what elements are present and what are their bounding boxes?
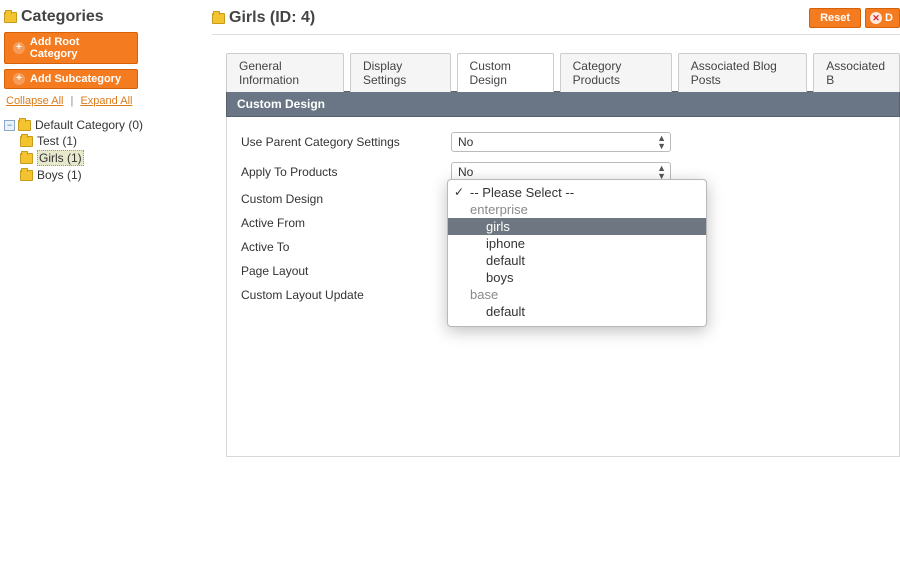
tab[interactable]: Associated Blog Posts	[678, 53, 808, 92]
active-to-label: Active To	[241, 240, 451, 254]
tab[interactable]: Category Products	[560, 53, 672, 92]
folder-icon	[20, 136, 33, 147]
tab[interactable]: Custom Design	[457, 53, 554, 92]
folder-icon	[4, 12, 17, 23]
add-subcategory-button[interactable]: + Add Subcategory	[4, 69, 138, 89]
dropdown-group: enterprise	[448, 201, 706, 218]
dropdown-option[interactable]: boys	[448, 269, 706, 286]
page-layout-label: Page Layout	[241, 264, 451, 278]
custom-design-label: Custom Design	[241, 192, 451, 206]
plus-icon: +	[13, 73, 25, 85]
use-parent-select[interactable]: No ▲▼	[451, 132, 671, 152]
add-sub-label: Add Subcategory	[30, 73, 121, 85]
custom-design-dropdown[interactable]: -- Please Select --enterprisegirlsiphone…	[447, 179, 707, 327]
tab[interactable]: Associated B	[813, 53, 900, 92]
tree-node-label: Test (1)	[37, 134, 77, 148]
tree-node[interactable]: Girls (1)	[20, 149, 192, 167]
tree-root[interactable]: − Default Category (0)	[4, 117, 192, 133]
dropdown-placeholder[interactable]: -- Please Select --	[448, 184, 706, 201]
tree-node[interactable]: Test (1)	[20, 133, 192, 149]
select-arrows-icon: ▲▼	[657, 164, 666, 180]
folder-icon	[20, 153, 33, 164]
sidebar-title-text: Categories	[21, 8, 104, 26]
add-root-category-button[interactable]: + Add Root Category	[4, 32, 138, 64]
sidebar-title: Categories	[4, 8, 192, 26]
layout-update-label: Custom Layout Update	[241, 288, 451, 302]
tab[interactable]: General Information	[226, 53, 344, 92]
linkbar: Collapse All | Expand All	[6, 95, 192, 107]
use-parent-label: Use Parent Category Settings	[241, 135, 451, 149]
apply-to-value: No	[458, 165, 473, 179]
select-arrows-icon: ▲▼	[657, 134, 666, 150]
add-root-label: Add Root Category	[30, 36, 129, 60]
page-title: Girls (ID: 4)	[212, 9, 315, 27]
tree-collapse-icon[interactable]: −	[4, 120, 15, 131]
section-header: Custom Design	[226, 91, 900, 117]
dropdown-group: base	[448, 286, 706, 303]
page-title-text: Girls (ID: 4)	[229, 9, 315, 27]
form-panel: Use Parent Category Settings No ▲▼ Apply…	[226, 117, 900, 457]
separator: |	[71, 95, 74, 107]
tab[interactable]: Display Settings	[350, 53, 451, 92]
folder-icon	[212, 13, 225, 24]
plus-icon: +	[13, 42, 25, 54]
delete-button[interactable]: ✕ D	[865, 8, 900, 28]
delete-icon: ✕	[870, 12, 882, 24]
tree-node[interactable]: Boys (1)	[20, 167, 192, 183]
dropdown-option[interactable]: default	[448, 252, 706, 269]
tree-node-label: Girls (1)	[37, 150, 84, 166]
tree-node-label: Boys (1)	[37, 168, 82, 182]
active-from-label: Active From	[241, 216, 451, 230]
category-tree: − Default Category (0) Test (1) Girls (1)…	[4, 117, 192, 183]
dropdown-option[interactable]: girls	[448, 218, 706, 235]
dropdown-option[interactable]: iphone	[448, 235, 706, 252]
delete-label: D	[885, 12, 893, 24]
use-parent-value: No	[458, 135, 473, 149]
expand-all-link[interactable]: Expand All	[80, 95, 132, 107]
folder-icon	[18, 120, 31, 131]
collapse-all-link[interactable]: Collapse All	[6, 95, 63, 107]
apply-to-label: Apply To Products	[241, 165, 451, 179]
reset-button[interactable]: Reset	[809, 8, 861, 28]
folder-icon	[20, 170, 33, 181]
dropdown-option[interactable]: default	[448, 303, 706, 320]
tree-root-label: Default Category (0)	[35, 118, 143, 132]
